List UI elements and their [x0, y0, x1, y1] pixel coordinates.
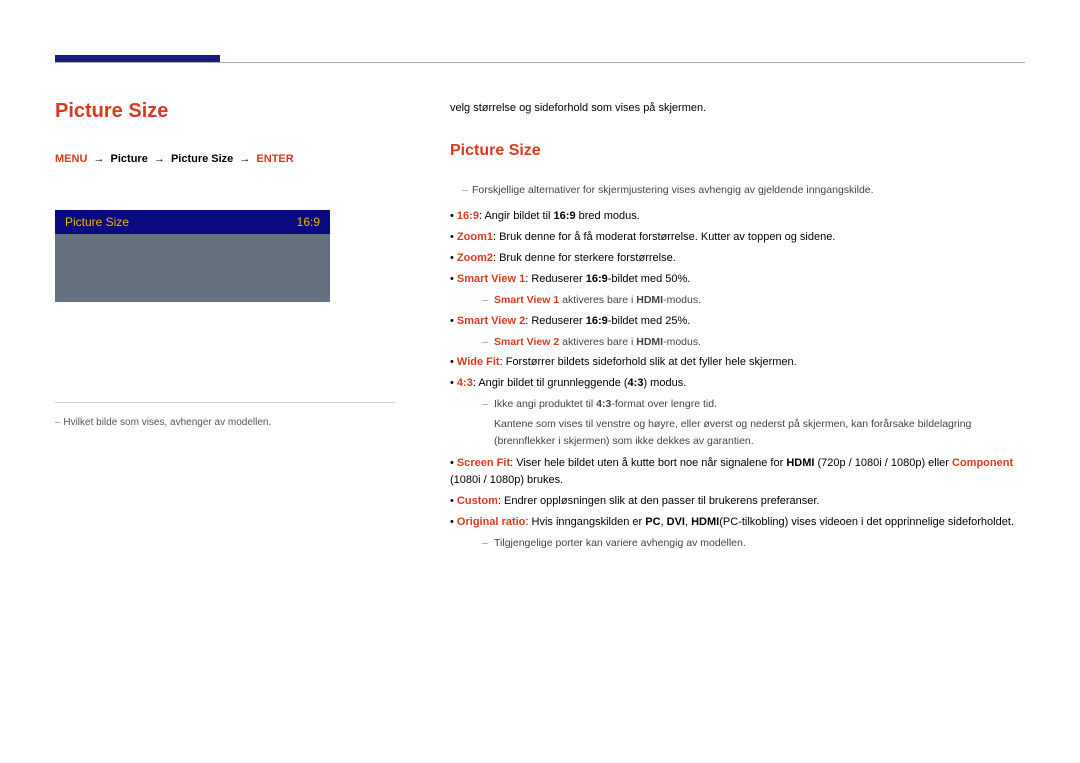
option-zoom1: • Zoom1: Bruk denne for å få moderat for… — [450, 229, 1030, 246]
ports-note: Tilgjengelige porter kan variere avhengi… — [482, 535, 1030, 551]
option-smartview2-note: Smart View 2 aktiveres bare i HDMI-modus… — [482, 334, 1030, 350]
left-column: Picture Size MENU → Picture → Picture Si… — [55, 100, 395, 428]
breadcrumb-picture-size: Picture Size — [171, 153, 233, 165]
breadcrumb-enter: ENTER — [256, 153, 293, 165]
section-heading: Picture Size — [450, 139, 1030, 164]
option-4-3-note-2: Kantene som vises til venstre og høyre, … — [482, 416, 1030, 449]
osd-menu-label: Picture Size — [65, 215, 129, 229]
left-divider — [55, 402, 395, 403]
note-list: Forskjellige alternativer for skjermjust… — [450, 182, 1030, 198]
option-original-ratio: • Original ratio: Hvis inngangskilden er… — [450, 514, 1030, 531]
osd-menu-value: 16:9 — [297, 215, 320, 229]
option-smartview2: • Smart View 2: Reduserer 16:9-bildet me… — [450, 313, 1030, 330]
option-widefit: • Wide Fit: Forstørrer bildets sideforho… — [450, 354, 1030, 371]
header-accent-bar — [55, 55, 220, 62]
osd-menu-row: Picture Size 16:9 — [55, 210, 330, 234]
intro-text: velg størrelse og sideforhold som vises … — [450, 100, 1030, 117]
option-screenfit: • Screen Fit: Viser hele bildet uten å k… — [450, 455, 1030, 489]
option-16-9: • 16:9: Angir bildet til 16:9 bred modus… — [450, 208, 1030, 225]
option-smartview1: • Smart View 1: Reduserer 16:9-bildet me… — [450, 271, 1030, 288]
page-title: Picture Size — [55, 100, 395, 123]
note-item: Forskjellige alternativer for skjermjust… — [462, 182, 1030, 198]
breadcrumb-menu: MENU — [55, 153, 87, 165]
option-zoom2: • Zoom2: Bruk denne for sterkere forstør… — [450, 250, 1030, 267]
option-smartview1-note: Smart View 1 aktiveres bare i HDMI-modus… — [482, 292, 1030, 308]
breadcrumb: MENU → Picture → Picture Size → ENTER — [55, 153, 395, 165]
osd-menu-preview: Picture Size 16:9 — [55, 210, 330, 302]
left-footnote: Hvilket bilde som vises, avhenger av mod… — [55, 417, 395, 428]
option-4-3: • 4:3: Angir bildet til grunnleggende (4… — [450, 375, 1030, 392]
option-4-3-note-1: Ikke angi produktet til 4:3-format over … — [482, 396, 1030, 412]
option-custom: • Custom: Endrer oppløsningen slik at de… — [450, 493, 1030, 510]
header-divider — [55, 62, 1025, 63]
breadcrumb-picture: Picture — [111, 153, 148, 165]
right-column: velg størrelse og sideforhold som vises … — [450, 100, 1030, 555]
